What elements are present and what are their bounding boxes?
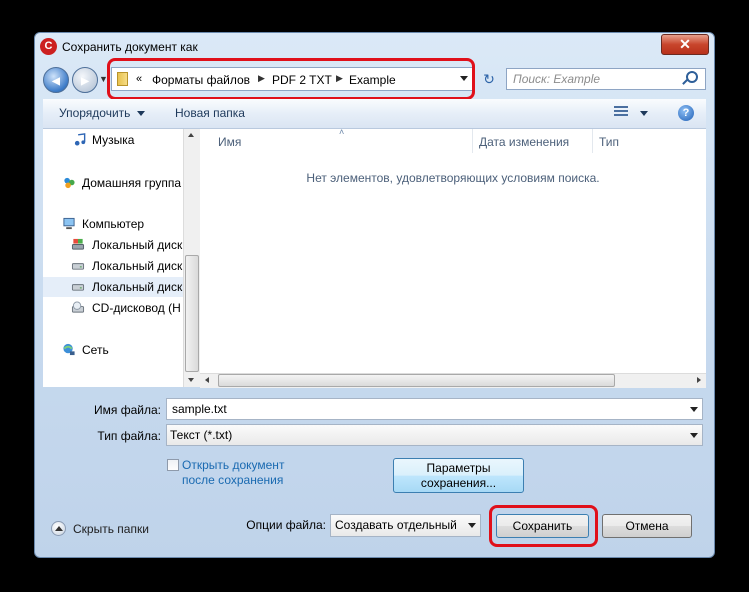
new-folder-button[interactable]: Новая папка [175, 106, 245, 120]
file-options-value: Создавать отдельный ф [335, 518, 460, 532]
column-header-date[interactable]: Дата изменения [479, 135, 569, 149]
forward-button[interactable]: ▶ [72, 67, 98, 93]
drive-icon [71, 284, 85, 291]
open-after-save-label-line2[interactable]: после сохранения [182, 473, 283, 487]
search-placeholder: Поиск: Example [513, 72, 601, 86]
filetype-dropdown-icon[interactable] [690, 433, 698, 438]
sidebar-item-local-disk[interactable]: Локальный диск [43, 235, 183, 255]
scroll-right-icon[interactable] [697, 377, 701, 383]
column-divider[interactable] [472, 129, 473, 153]
file-options-label: Опции файла: [246, 518, 326, 532]
computer-icon [63, 217, 75, 230]
refresh-icon[interactable]: ↻ [478, 69, 500, 89]
sidebar-item-label: CD-дисковод (H [92, 301, 181, 315]
filename-dropdown-icon[interactable] [690, 407, 698, 412]
sidebar-item-network[interactable]: Сеть [43, 340, 183, 360]
collapse-up-icon[interactable] [51, 521, 66, 536]
save-parameters-button[interactable]: Параметры сохранения... [393, 458, 524, 493]
music-icon [74, 133, 86, 146]
scroll-down-icon[interactable] [188, 378, 194, 382]
sidebar-item-label: Домашняя группа [82, 176, 182, 190]
sidebar-item-music[interactable]: Музыка [43, 130, 183, 150]
hide-folders-button[interactable]: Скрыть папки [73, 522, 149, 536]
column-divider[interactable] [592, 129, 593, 153]
address-highlight-frame [107, 58, 475, 100]
back-button[interactable]: ◀ [43, 67, 69, 93]
empty-folder-message: Нет элементов, удовлетворяющих условиям … [306, 171, 600, 185]
homegroup-icon [64, 177, 75, 189]
view-options-icon[interactable] [614, 106, 628, 118]
open-after-save-checkbox[interactable] [167, 459, 179, 471]
cancel-button[interactable]: Отмена [602, 514, 692, 538]
help-icon[interactable]: ? [678, 105, 694, 121]
file-list-pane [200, 129, 706, 373]
scroll-left-icon[interactable] [205, 377, 209, 383]
scroll-up-icon[interactable] [188, 133, 194, 137]
column-header-type[interactable]: Тип [599, 135, 619, 149]
close-button[interactable]: ✕ [661, 34, 709, 55]
sidebar-item-label: Локальный диск [92, 238, 183, 252]
scrollbar-thumb[interactable] [185, 255, 199, 372]
button-label: сохранения... [420, 476, 497, 490]
sidebar-item-local-disk[interactable]: Локальный диск [43, 256, 183, 276]
filetype-select[interactable] [166, 424, 703, 446]
app-icon: C [40, 38, 57, 55]
button-label: Параметры [426, 461, 491, 475]
save-highlight-frame [489, 505, 598, 547]
filetype-label: Тип файла: [97, 429, 161, 443]
view-dropdown-icon[interactable] [640, 111, 648, 116]
sidebar-item-label: Компьютер [82, 217, 145, 231]
sidebar-item-label: Локальный диск [92, 259, 183, 273]
drive-icon [71, 263, 85, 270]
forward-arrow-icon: ▶ [81, 76, 89, 87]
filetype-value: Текст (*.txt) [170, 428, 233, 442]
sidebar-item-label: Локальный диск [92, 280, 183, 294]
window-title: Сохранить документ как [62, 40, 198, 54]
sidebar-item-local-disk[interactable]: Локальный диск [43, 277, 183, 297]
network-icon [63, 343, 75, 356]
search-icon[interactable] [686, 71, 698, 83]
filename-field[interactable] [166, 398, 703, 420]
organize-button[interactable]: Упорядочить [59, 106, 130, 120]
file-options-dropdown-icon[interactable] [468, 523, 476, 528]
column-header-name[interactable]: Имя [218, 135, 241, 149]
open-after-save-label[interactable]: Открыть документ [182, 458, 284, 472]
sidebar-item-label: Сеть [82, 343, 109, 357]
filename-value[interactable]: sample.txt [172, 402, 227, 416]
system-drive-icon [71, 238, 85, 250]
scrollbar-thumb[interactable] [218, 374, 615, 387]
sidebar-item-cd-drive[interactable]: CD-дисковод (H [43, 298, 183, 318]
cd-drive-icon [71, 301, 85, 313]
filename-label: Имя файла: [94, 403, 161, 417]
back-arrow-icon: ◀ [52, 76, 60, 87]
sidebar-item-computer[interactable]: Компьютер [43, 214, 183, 234]
organize-dropdown-icon[interactable] [137, 111, 145, 116]
sort-ascending-icon: ˄ [339, 127, 345, 137]
sidebar-item-homegroup[interactable]: Домашняя группа [43, 173, 183, 193]
sidebar-item-label: Музыка [92, 133, 135, 147]
